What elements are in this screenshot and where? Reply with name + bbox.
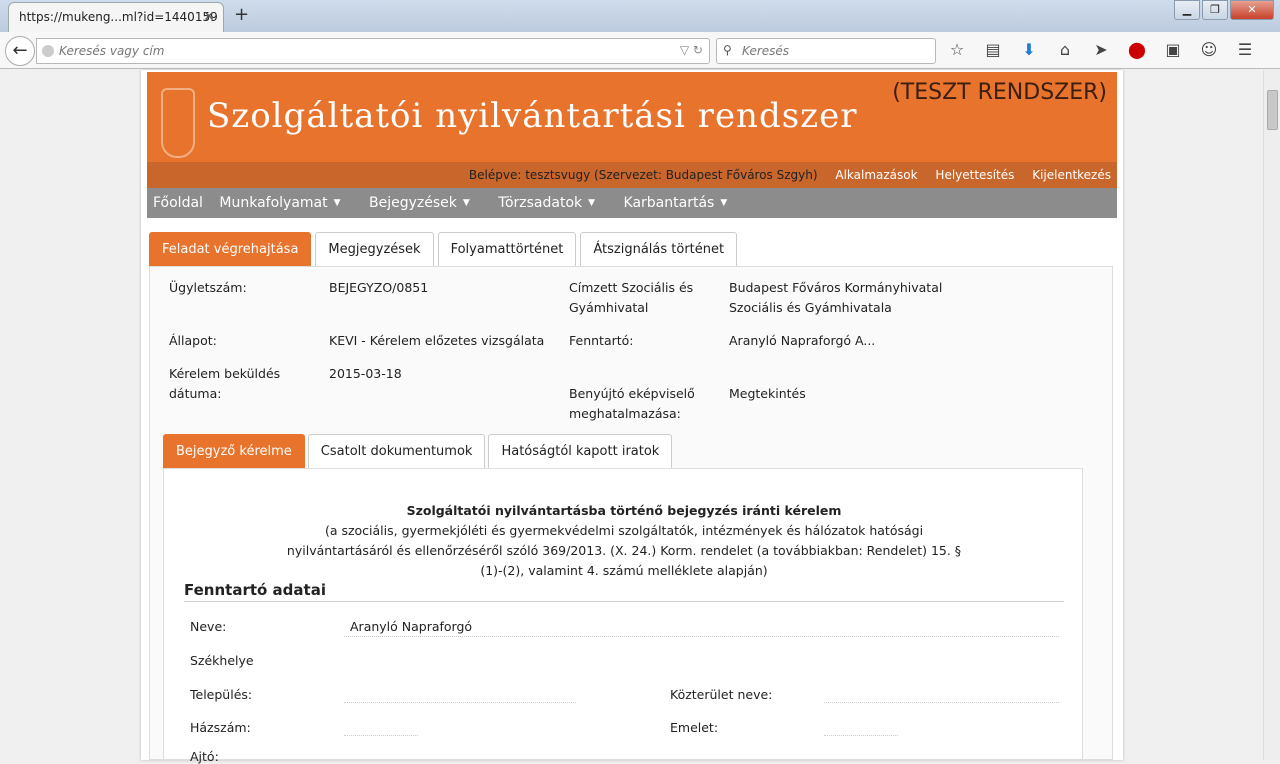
coat-of-arms-icon [161,88,195,158]
menu-maintenance-label: Karbantartás [623,195,715,211]
tab-history[interactable]: Folyamattörténet [437,232,577,266]
download-icon[interactable]: ⬇ [1018,40,1040,59]
submit-date-label-1: Kérelem beküldés [169,366,281,381]
tab-task-execution[interactable]: Feladat végrehajtása [149,232,312,266]
recipient-label-1: Címzett Szociális és [569,280,694,295]
tab-notes[interactable]: Megjegyzések [315,232,434,266]
maximize-icon[interactable]: ❐ [1202,0,1228,20]
menu-home[interactable]: Főoldal [153,195,203,211]
status-label: Állapot: [169,333,217,348]
floor-field[interactable] [824,735,898,736]
menu-workflow-label: Munkafolyamat [219,195,328,211]
chat-icon[interactable]: ☺ [1198,40,1220,59]
tab-authority-documents[interactable]: Hatóságtól kapott iratok [488,434,673,468]
site-title: Szolgáltatói nyilvántartási rendszer [207,96,858,136]
door-label: Ajtó: [190,749,219,764]
menu-master-data-label: Törzsadatok [498,195,583,211]
maintainer-value: Aranyló Napraforgó A... [729,333,876,348]
menu-maintenance[interactable]: Karbantartás ▼ [624,195,740,211]
screenshot-icon[interactable]: ▣ [1162,40,1184,59]
chevron-down-icon: ▼ [462,198,470,208]
menu-workflow[interactable]: Munkafolyamat ▼ [219,195,352,211]
status-value: KEVI - Kérelem előzetes vizsgálata [329,333,545,348]
search-input[interactable]: ⚲ Keresés [716,38,936,64]
submit-date: 2015-03-18 [329,366,402,381]
maintainer-label: Fenntartó: [569,333,634,348]
house-number-field[interactable] [344,735,418,736]
recipient-2: Szociális és Gyámhivatala [729,300,892,315]
page-scrollbar[interactable] [1263,70,1280,760]
logged-in-text: Belépve: tesztsvugy (Szervezet: Budapest… [468,168,818,182]
page: Szolgáltatói nyilvántartási rendszer (TE… [141,70,1123,764]
recipient-label-2: Gyámhivatal [569,300,649,315]
back-icon[interactable]: ← [5,36,35,66]
street-field[interactable] [824,702,1059,703]
adblock-icon[interactable]: ⬤ [1126,40,1148,59]
browser-tab[interactable]: https://mukeng...ml?id=1440159 ✕ [8,2,224,32]
sub-tabs: Bejegyző kérelme Csatolt dokumentumok Ha… [163,434,673,468]
tab-reassign-history[interactable]: Átszignálás történet [580,232,738,266]
document-subtitle-3: (1)-(2), valamint 4. számú melléklete al… [480,563,768,578]
link-applications[interactable]: Alkalmazások [835,168,917,182]
city-field[interactable] [344,702,576,703]
case-number: BEJEGYZO/0851 [329,280,429,295]
name-label: Neve: [190,619,227,634]
case-number-label: Ügyletszám: [169,280,247,295]
test-system-label: (TESZT RENDSZER) [892,80,1107,105]
submit-date-label-2: dátuma: [169,386,222,401]
house-number-label: Házszám: [190,720,251,735]
menu-entries[interactable]: Bejegyzések ▼ [369,195,482,211]
menu-entries-label: Bejegyzések [369,195,457,211]
proxy-view-link[interactable]: Megtekintés [729,384,806,404]
close-tab-icon[interactable]: ✕ [203,9,215,25]
user-bar: Belépve: tesztsvugy (Szervezet: Budapest… [147,162,1117,188]
request-document: Szolgáltatói nyilvántartásba történő bej… [163,468,1083,764]
proxy-label-2: meghatalmazása: [569,406,681,421]
city-label: Település: [190,687,253,702]
main-menu: Főoldal Munkafolyamat ▼ Bejegyzések ▼ Törz… [147,188,1117,218]
name-underline [344,636,1059,637]
chevron-down-icon: ▼ [333,198,341,208]
address-placeholder: Keresés vagy cím [59,44,165,58]
tab-attached-documents[interactable]: Csatolt dokumentumok [307,434,486,468]
floor-label: Emelet: [670,720,719,735]
recipient-1: Budapest Főváros Kormányhivatal [729,280,943,295]
name-value: Aranyló Napraforgó [350,619,473,634]
document-title: Szolgáltatói nyilvántartásba történő bej… [406,503,842,518]
address-bar[interactable]: Keresés vagy cím ▽ ↻ [36,38,710,64]
reading-list-icon[interactable]: ▤ [982,40,1004,59]
tab-registration-request[interactable]: Bejegyző kérelme [163,434,305,468]
home-icon[interactable]: ⌂ [1054,40,1076,59]
window-close-icon[interactable]: ✕ [1230,0,1274,20]
search-placeholder: Keresés [742,44,790,58]
chevron-down-icon: ▼ [588,198,596,208]
browser-navbar: ← Keresés vagy cím ▽ ↻ ⚲ Keresés ☆ ▤ ⬇ ⌂ ➤… [0,32,1280,69]
section-heading: Fenntartó adatai [184,581,1064,602]
chevron-down-icon: ▼ [720,198,728,208]
link-substitution[interactable]: Helyettesítés [935,168,1014,182]
globe-icon [42,45,54,57]
new-tab-icon[interactable]: + [234,4,249,25]
seat-label: Székhelye [190,653,254,668]
reload-icon[interactable]: ▽ ↻ [680,43,703,57]
scrollbar-thumb[interactable] [1267,90,1278,130]
street-label: Közterület neve: [670,687,773,702]
send-icon[interactable]: ➤ [1090,40,1112,59]
menu-icon[interactable]: ☰ [1234,40,1256,59]
site-banner: Szolgáltatói nyilvántartási rendszer (TE… [147,72,1117,162]
star-icon[interactable]: ☆ [946,40,968,59]
link-logout[interactable]: Kijelentkezés [1032,168,1111,182]
proxy-label-1: Benyújtó eképviselő [569,386,695,401]
menu-master-data[interactable]: Törzsadatok ▼ [498,195,607,211]
document-subtitle-1: (a szociális, gyermekjóléti és gyermekvé… [324,523,924,538]
document-subtitle-2: nyilvántartásáról és ellenőrzéséről szól… [286,543,962,558]
tab-title: https://mukeng...ml?id=1440159 [19,10,218,24]
main-tabs: Feladat végrehajtása Megjegyzések Folyam… [149,232,738,266]
minimize-icon[interactable]: ▁ [1174,0,1200,20]
search-icon: ⚲ [723,43,732,57]
browser-titlebar: https://mukeng...ml?id=1440159 ✕ + ▁ ❐ ✕ [0,0,1280,32]
